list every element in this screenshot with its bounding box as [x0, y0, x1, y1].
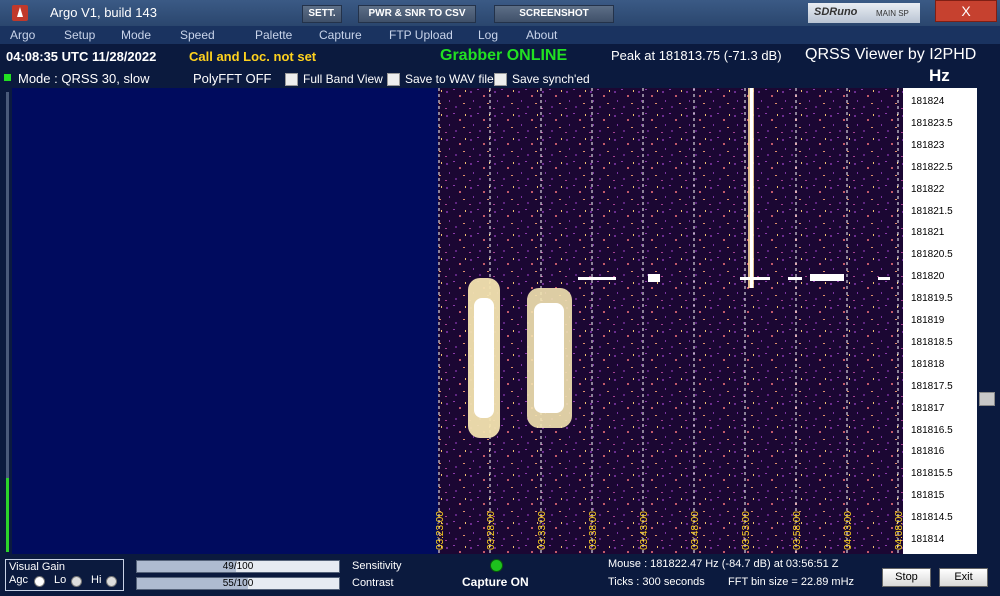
- frequency-label: 181823.5: [911, 117, 953, 129]
- time-tick-label: 03:43:00: [639, 511, 650, 550]
- frequency-label: 181814: [911, 534, 945, 545]
- frequency-label: 181822: [911, 183, 945, 195]
- frequency-label: 181823: [911, 139, 945, 151]
- screenshot-button[interactable]: SCREENSHOT: [494, 5, 614, 23]
- frequency-label: 181819.5: [911, 293, 953, 305]
- time-tick-label: 04:08:00: [894, 511, 903, 550]
- frequency-scrollbar[interactable]: [977, 88, 995, 554]
- frequency-label: 181816: [911, 446, 945, 458]
- sensitivity-slider[interactable]: 49/100: [136, 560, 340, 573]
- frequency-label: 181817.5: [911, 380, 953, 392]
- lo-label: Lo: [54, 574, 67, 586]
- peak-readout: Peak at 181813.75 (-71.3 dB): [611, 48, 782, 63]
- mode-indicator-icon: [4, 74, 11, 81]
- time-tick-label: 03:48:00: [690, 511, 701, 550]
- frequency-label: 181818: [911, 358, 945, 370]
- visual-gain-group: Visual Gain Agc Lo Hi: [5, 559, 124, 591]
- time-tick-label: 03:53:00: [741, 511, 752, 550]
- close-button[interactable]: X: [935, 0, 997, 22]
- hi-radio[interactable]: [106, 576, 117, 587]
- frequency-label: 181822.5: [911, 161, 953, 173]
- frequency-label: 181820: [911, 271, 945, 283]
- grabber-status: Grabber ONLINE: [440, 47, 568, 64]
- frequency-label: 181824: [911, 96, 945, 107]
- menu-mode[interactable]: Mode: [121, 28, 151, 42]
- window-title: Argo V1, build 143: [50, 5, 157, 20]
- menu-setup[interactable]: Setup: [64, 28, 95, 42]
- settings-button[interactable]: SETT.: [302, 5, 342, 23]
- frequency-label: 181814.5: [911, 512, 953, 524]
- time-tick-label: 03:28:00: [486, 511, 497, 550]
- fft-bin-readout: FFT bin size = 22.89 mHz: [728, 576, 855, 588]
- stop-button[interactable]: Stop: [882, 568, 931, 587]
- waterfall-display[interactable]: 03:23:00 03:28:00 03:33:00 03:38:00 03:43:00…: [12, 88, 903, 554]
- menu-ftp-upload[interactable]: FTP Upload: [389, 28, 453, 42]
- contrast-slider[interactable]: 55/100: [136, 577, 340, 590]
- save-synched-checkbox[interactable]: [494, 73, 507, 86]
- agc-radio[interactable]: [34, 576, 45, 587]
- menu-log[interactable]: Log: [478, 28, 498, 42]
- polyfft-toggle[interactable]: PolyFFT OFF: [193, 71, 271, 86]
- capture-status: Capture ON: [462, 575, 529, 589]
- frequency-label: 181819: [911, 315, 945, 326]
- menu-about[interactable]: About: [526, 28, 557, 42]
- visual-gain-label: Visual Gain: [9, 561, 66, 573]
- mouse-readout: Mouse : 181822.47 Hz (-84.7 dB) at 03:56…: [608, 558, 839, 570]
- menu-capture[interactable]: Capture: [319, 28, 362, 42]
- sdruno-subtitle: MAIN SP: [876, 9, 909, 18]
- sdruno-window-tab[interactable]: SDRuno MAIN SP: [808, 3, 920, 23]
- ticks-readout: Ticks : 300 seconds: [608, 576, 705, 588]
- hi-label: Hi: [91, 574, 102, 586]
- utc-clock: 04:08:35 UTC 11/28/2022: [6, 49, 157, 64]
- full-band-checkbox[interactable]: [285, 73, 298, 86]
- title-bar: Argo V1, build 143 SETT. PWR & SNR TO CS…: [0, 0, 1000, 26]
- options-bar: Mode : QRSS 30, slow PolyFFT OFF Full Ba…: [0, 66, 1000, 88]
- frequency-label: 181817: [911, 402, 945, 414]
- full-band-label: Full Band View: [303, 72, 383, 86]
- viewer-credit: QRSS Viewer by I2PHD: [805, 46, 977, 63]
- save-wav-checkbox[interactable]: [387, 73, 400, 86]
- waterfall-canvas: 03:23:00 03:28:00 03:33:00 03:38:00 03:43:00…: [435, 88, 903, 554]
- capture-indicator-icon[interactable]: [490, 559, 503, 572]
- menu-palette[interactable]: Palette: [255, 28, 292, 42]
- bottom-control-bar: Visual Gain Agc Lo Hi 49/100 Sensitivity…: [0, 554, 1000, 596]
- save-wav-label: Save to WAV file: [405, 72, 494, 86]
- status-bar: 04:08:35 UTC 11/28/2022 Call and Loc. no…: [0, 44, 1000, 70]
- time-tick-label: 03:33:00: [537, 511, 548, 550]
- agc-label: Agc: [9, 574, 28, 586]
- frequency-label: 181821.5: [911, 205, 953, 217]
- save-synched-label: Save synch'ed: [512, 72, 590, 86]
- call-loc-status: Call and Loc. not set: [189, 49, 317, 64]
- frequency-label: 181815: [911, 490, 945, 502]
- sensitivity-label: Sensitivity: [352, 560, 402, 572]
- contrast-label: Contrast: [352, 577, 394, 589]
- time-tick-label: 03:38:00: [588, 511, 599, 550]
- exit-button[interactable]: Exit: [939, 568, 988, 587]
- menu-bar: Argo Setup Mode Speed Palette Capture FT…: [0, 26, 1000, 44]
- app-logo-icon[interactable]: [12, 5, 28, 21]
- frequency-label: 181821: [911, 227, 945, 239]
- pwr-snr-csv-button[interactable]: PWR & SNR TO CSV: [358, 5, 476, 23]
- time-tick-label: 03:23:00: [435, 511, 446, 550]
- menu-speed[interactable]: Speed: [180, 28, 215, 42]
- mode-label: Mode : QRSS 30, slow: [18, 71, 150, 86]
- menu-argo[interactable]: Argo: [10, 28, 35, 42]
- time-tick-label: 04:03:00: [843, 511, 854, 550]
- frequency-label: 181820.5: [911, 249, 953, 261]
- frequency-scroll-thumb[interactable]: [979, 392, 995, 406]
- frequency-scale: 181824 181823.5 181823 181822.5 181822 181821…: [903, 88, 977, 554]
- frequency-label: 181816.5: [911, 424, 953, 436]
- frequency-label: 181818.5: [911, 336, 953, 348]
- hz-unit-label: Hz: [929, 66, 950, 85]
- frequency-label: 181815.5: [911, 468, 953, 480]
- level-meter-fill: [6, 478, 9, 552]
- lo-radio[interactable]: [71, 576, 82, 587]
- time-tick-label: 03:58:00: [792, 511, 803, 550]
- sdruno-logo: SDRuno: [814, 6, 858, 18]
